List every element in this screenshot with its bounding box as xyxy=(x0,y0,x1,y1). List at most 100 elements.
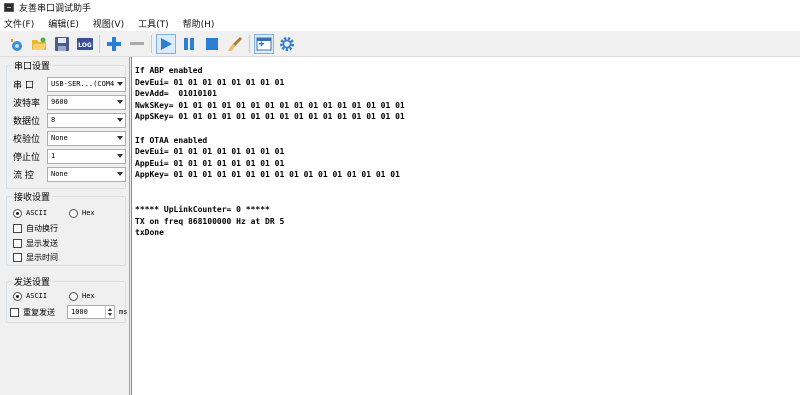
log-icon[interactable]: LOG xyxy=(75,34,95,54)
show-time-label: 显示时间 xyxy=(26,252,58,262)
repeat-send-row: 重复发送 1000 ms xyxy=(10,304,127,320)
menu-tools[interactable]: 工具(T) xyxy=(138,17,169,30)
menu-help[interactable]: 帮助(H) xyxy=(183,17,215,30)
show-send-label: 显示发送 xyxy=(26,238,58,248)
radio-unselected-icon xyxy=(69,208,78,218)
menu-bar: 文件(F) 编辑(E) 视图(V) 工具(T) 帮助(H) xyxy=(0,15,800,31)
radio-selected-icon xyxy=(13,291,22,301)
radio-selected-icon xyxy=(13,208,22,218)
receive-ascii-radio[interactable]: ASCII xyxy=(13,208,69,218)
spin-buttons[interactable] xyxy=(105,306,114,318)
baud-row: 波特率 9600 xyxy=(13,94,126,110)
app-icon xyxy=(4,3,14,12)
checkbox-icon xyxy=(13,223,22,233)
receive-settings-title: 接收设置 xyxy=(12,190,53,203)
port-label: 串 口 xyxy=(13,80,34,91)
parity-row: 校验位 None xyxy=(13,130,126,146)
checkbox-icon xyxy=(13,252,22,262)
send-hex-radio[interactable]: Hex xyxy=(69,291,95,301)
show-send-checkbox[interactable]: 显示发送 xyxy=(13,238,58,249)
interval-value: 1000 xyxy=(71,308,88,316)
databits-row: 数据位 8 xyxy=(13,112,126,128)
chevron-down-icon xyxy=(117,118,123,122)
receive-settings-group: 接收设置 ASCII Hex 自动换行 显示发送 显示时间 xyxy=(6,190,126,266)
window-title: 友善串口调试助手 xyxy=(19,4,92,14)
stopbits-row: 停止位 1 xyxy=(13,148,126,164)
clear-brush-icon[interactable] xyxy=(225,34,245,54)
parity-select[interactable]: None xyxy=(47,130,126,146)
auto-newline-row: 自动换行 xyxy=(13,220,58,236)
flow-row: 流 控 None xyxy=(13,166,126,182)
toolbar-separator xyxy=(99,34,100,53)
serial-settings-title: 串口设置 xyxy=(12,59,53,72)
menu-edit[interactable]: 编辑(E) xyxy=(48,17,79,30)
menu-file[interactable]: 文件(F) xyxy=(4,17,34,30)
stopbits-value: 1 xyxy=(51,152,56,160)
show-time-checkbox[interactable]: 显示时间 xyxy=(13,252,58,263)
receive-ascii-label: ASCII xyxy=(26,209,48,217)
parity-value: None xyxy=(51,134,68,142)
chevron-down-icon xyxy=(117,136,123,140)
chevron-down-icon xyxy=(117,154,123,158)
spin-down-icon[interactable] xyxy=(108,313,112,316)
stopbits-label: 停止位 xyxy=(13,152,41,163)
new-icon[interactable] xyxy=(6,34,26,54)
auto-newline-label: 自动换行 xyxy=(26,223,58,233)
send-hex-label: Hex xyxy=(82,292,95,300)
chevron-down-icon xyxy=(117,100,123,104)
baud-select[interactable]: 9600 xyxy=(47,94,126,110)
flow-select[interactable]: None xyxy=(47,166,126,182)
log-icon-label: LOG xyxy=(78,42,92,49)
pause-icon[interactable] xyxy=(179,34,199,54)
databits-value: 8 xyxy=(51,116,56,124)
interval-spinbox[interactable]: 1000 xyxy=(67,305,115,319)
send-ascii-label: ASCII xyxy=(26,292,48,300)
send-settings-title: 发送设置 xyxy=(12,275,53,288)
add-icon[interactable] xyxy=(104,34,124,54)
flow-value: None xyxy=(51,170,68,178)
repeat-send-checkbox[interactable]: 重复发送 xyxy=(10,307,67,318)
send-format-row: ASCII Hex xyxy=(13,288,95,304)
port-row: 串 口 USB-SER...(COM4 xyxy=(13,76,126,92)
chevron-down-icon xyxy=(117,172,123,176)
flow-label: 流 控 xyxy=(13,170,34,181)
toolbar: LOG xyxy=(0,31,800,57)
play-icon[interactable] xyxy=(156,33,176,54)
spin-up-icon[interactable] xyxy=(108,308,112,311)
stopbits-select[interactable]: 1 xyxy=(47,148,126,164)
receive-hex-radio[interactable]: Hex xyxy=(69,208,95,218)
open-folder-icon[interactable] xyxy=(29,34,49,54)
serial-settings-group: 串口设置 串 口 USB-SER...(COM4 波特率 9600 数据位 8 … xyxy=(6,59,126,189)
console-output: If ABP enabled DevEui= 01 01 01 01 01 01… xyxy=(135,66,405,238)
toolbar-separator xyxy=(151,34,152,53)
baud-label: 波特率 xyxy=(13,98,41,109)
remove-icon[interactable] xyxy=(127,34,147,54)
parity-label: 校验位 xyxy=(13,134,41,145)
send-ascii-radio[interactable]: ASCII xyxy=(13,291,69,301)
port-value: USB-SER...(COM4 xyxy=(51,80,115,88)
receive-format-row: ASCII Hex xyxy=(13,205,95,221)
baud-value: 9600 xyxy=(51,98,68,106)
toolbar-separator xyxy=(249,34,250,53)
radio-unselected-icon xyxy=(69,291,78,301)
send-settings-group: 发送设置 ASCII Hex 重复发送 1000 ms xyxy=(6,275,127,323)
show-time-row: 显示时间 xyxy=(13,249,58,265)
databits-select[interactable]: 8 xyxy=(47,112,126,128)
title-bar: 友善串口调试助手 xyxy=(0,0,800,15)
layout-window-icon[interactable] xyxy=(254,33,274,54)
settings-panel: 串口设置 串 口 USB-SER...(COM4 波特率 9600 数据位 8 … xyxy=(0,57,130,395)
receive-hex-label: Hex xyxy=(82,209,95,217)
receive-console[interactable]: If ABP enabled DevEui= 01 01 01 01 01 01… xyxy=(131,57,800,395)
repeat-send-label: 重复发送 xyxy=(23,307,55,317)
auto-newline-checkbox[interactable]: 自动换行 xyxy=(13,223,58,234)
checkbox-icon xyxy=(13,238,22,248)
stop-icon[interactable] xyxy=(202,34,222,54)
databits-label: 数据位 xyxy=(13,116,41,127)
interval-unit: ms xyxy=(119,308,128,316)
checkbox-icon xyxy=(10,307,19,317)
menu-view[interactable]: 视图(V) xyxy=(93,17,124,30)
chevron-down-icon xyxy=(117,82,123,86)
gear-icon[interactable] xyxy=(277,34,297,54)
save-icon[interactable] xyxy=(52,34,72,54)
port-select[interactable]: USB-SER...(COM4 xyxy=(47,76,126,92)
